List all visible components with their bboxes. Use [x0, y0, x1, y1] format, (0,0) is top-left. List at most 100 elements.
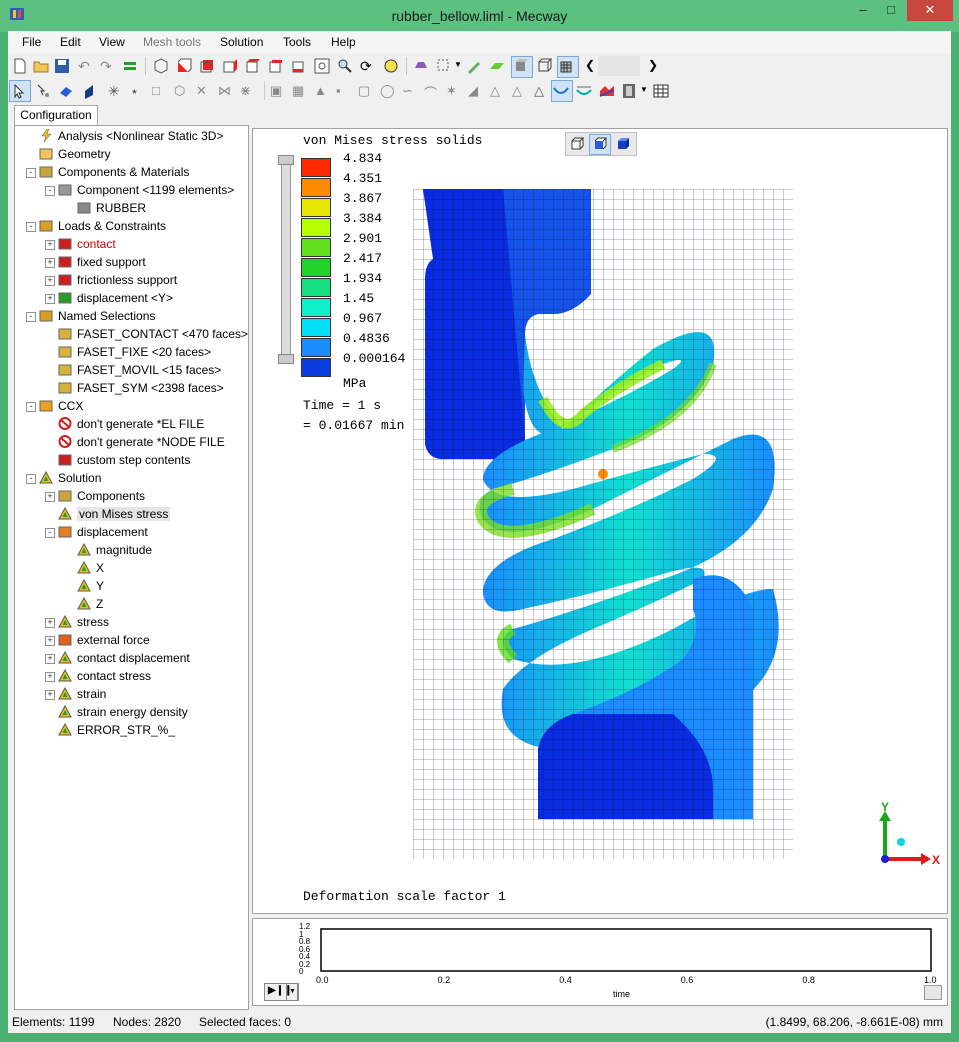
- select-mode-icon[interactable]: [436, 58, 452, 74]
- expand-icon[interactable]: +: [45, 240, 55, 250]
- maximize-button[interactable]: □: [877, 0, 905, 22]
- tree-item[interactable]: custom step contents: [58, 452, 190, 469]
- collapse-icon[interactable]: -: [26, 168, 36, 178]
- node-select-icon[interactable]: [35, 83, 51, 99]
- tree-item[interactable]: strain energy density: [58, 704, 188, 721]
- expand-icon[interactable]: +: [45, 492, 55, 502]
- undo-icon[interactable]: ↶: [78, 58, 94, 74]
- outline-triangle-icon[interactable]: △: [534, 83, 550, 99]
- deformed-icon[interactable]: [576, 83, 592, 99]
- tree-item[interactable]: magnitude: [77, 542, 152, 559]
- equals-icon[interactable]: [122, 58, 138, 74]
- new-file-icon[interactable]: [12, 58, 28, 74]
- full-view-icon[interactable]: [615, 136, 631, 152]
- animation-icon[interactable]: [599, 83, 615, 99]
- menu-mesh-tools[interactable]: Mesh tools: [143, 35, 201, 49]
- sweep-tool-icon[interactable]: ∽: [402, 83, 418, 99]
- triangle-tool-icon[interactable]: △: [512, 83, 528, 99]
- tree-item[interactable]: CCX: [39, 398, 83, 415]
- revolve-tool-icon[interactable]: ◯: [380, 83, 396, 99]
- menu-view[interactable]: View: [99, 35, 125, 49]
- tree-item[interactable]: Geometry: [39, 146, 111, 163]
- extrude-tool-icon[interactable]: ▢: [358, 83, 374, 99]
- tree-item[interactable]: RUBBER: [77, 200, 146, 217]
- scroll-right-icon[interactable]: ❯: [648, 58, 658, 72]
- zoom-fit-icon[interactable]: [314, 58, 330, 74]
- tree-item[interactable]: von Mises stress: [58, 506, 171, 523]
- solve-icon[interactable]: [413, 58, 429, 74]
- dropdown-arrow-icon[interactable]: ▼: [454, 60, 462, 69]
- tree-item[interactable]: Component <1199 elements>: [58, 182, 234, 199]
- tree-item[interactable]: Z: [77, 596, 103, 613]
- node-tool-icon[interactable]: ⋆: [130, 83, 146, 99]
- explode-icon[interactable]: ✳: [108, 83, 124, 99]
- tree-item[interactable]: stress: [58, 614, 109, 631]
- tree-item[interactable]: FASET_MOVIL <15 faces>: [58, 362, 221, 379]
- pan-icon[interactable]: [383, 58, 399, 74]
- copy-tool-icon[interactable]: ▦: [292, 83, 308, 99]
- refine-tool-icon[interactable]: ✶: [446, 83, 462, 99]
- view-left-icon[interactable]: [222, 58, 238, 74]
- zoom-icon[interactable]: [337, 58, 353, 74]
- time-plot-resize-handle[interactable]: [924, 985, 942, 1000]
- expand-icon[interactable]: +: [45, 294, 55, 304]
- toolbar-scroll-track[interactable]: [598, 56, 640, 76]
- tree-item[interactable]: FASET_FIXE <20 faces>: [58, 344, 211, 361]
- tree-item[interactable]: Solution: [39, 470, 101, 487]
- solid-view-icon[interactable]: [569, 136, 585, 152]
- menu-solution[interactable]: Solution: [220, 35, 263, 49]
- tree-item[interactable]: Y: [77, 578, 104, 595]
- surface-icon[interactable]: [489, 58, 505, 74]
- half-view-icon[interactable]: [592, 136, 608, 152]
- menu-edit[interactable]: Edit: [60, 35, 81, 49]
- square-tool-icon[interactable]: □: [152, 83, 168, 99]
- element-select-icon[interactable]: [81, 83, 97, 99]
- tree-item[interactable]: external force: [58, 632, 150, 649]
- collapse-icon[interactable]: -: [26, 222, 36, 232]
- tree-item[interactable]: FASET_SYM <2398 faces>: [58, 380, 224, 397]
- expand-icon[interactable]: +: [45, 618, 55, 628]
- tab-configuration[interactable]: Configuration: [14, 105, 98, 126]
- wireframe-icon[interactable]: [536, 58, 552, 74]
- collapse-icon[interactable]: -: [45, 186, 55, 196]
- minimize-button[interactable]: –: [849, 0, 877, 22]
- view-right-icon[interactable]: [245, 58, 261, 74]
- mirror-tool-icon[interactable]: ▲: [314, 83, 330, 99]
- split-tool-icon[interactable]: ⋈: [218, 83, 234, 99]
- convert-tool-icon[interactable]: ◢: [468, 83, 484, 99]
- table-icon[interactable]: [653, 83, 669, 99]
- play-dropdown-icon[interactable]: ▼: [286, 983, 299, 1001]
- view-bottom-icon[interactable]: [291, 58, 307, 74]
- tree-item[interactable]: Loads & Constraints: [39, 218, 166, 235]
- view-top-icon[interactable]: [268, 58, 284, 74]
- legend-slider-track[interactable]: [281, 155, 291, 362]
- film-icon[interactable]: [621, 83, 637, 99]
- contour-icon[interactable]: [553, 83, 569, 99]
- tet-tool-icon[interactable]: △: [490, 83, 506, 99]
- expand-icon[interactable]: +: [45, 654, 55, 664]
- tree-item[interactable]: Components: [58, 488, 145, 505]
- collapse-icon[interactable]: -: [26, 312, 36, 322]
- legend-slider-top-handle[interactable]: [278, 155, 294, 165]
- tree-item[interactable]: frictionless support: [58, 272, 177, 289]
- select-arrow-icon[interactable]: [11, 83, 27, 99]
- collapse-icon[interactable]: -: [45, 528, 55, 538]
- expand-icon[interactable]: +: [45, 672, 55, 682]
- 3d-viewport[interactable]: von Mises stress solids 4.834 4.351 3.867 3…: [252, 128, 948, 914]
- tree-item[interactable]: ERROR_STR_%_: [58, 722, 175, 739]
- tree-item[interactable]: FASET_CONTACT <470 faces>: [58, 326, 248, 343]
- tree-item[interactable]: contact stress: [58, 668, 151, 685]
- view-back-icon[interactable]: [199, 58, 215, 74]
- mesh-icon[interactable]: [559, 58, 575, 74]
- save-icon[interactable]: [54, 58, 70, 74]
- move-tool-icon[interactable]: ▣: [270, 83, 286, 99]
- collapse-icon[interactable]: -: [26, 402, 36, 412]
- dropdown-arrow-icon[interactable]: ▼: [640, 85, 648, 94]
- tree-item[interactable]: Components & Materials: [39, 164, 189, 181]
- scale-tool-icon[interactable]: ▪: [336, 83, 352, 99]
- delete-tool-icon[interactable]: ✕: [196, 83, 212, 99]
- tree-item[interactable]: contact: [58, 236, 116, 253]
- expand-icon[interactable]: +: [45, 636, 55, 646]
- menu-file[interactable]: File: [22, 35, 41, 49]
- rotate-icon[interactable]: ⟳: [360, 58, 376, 74]
